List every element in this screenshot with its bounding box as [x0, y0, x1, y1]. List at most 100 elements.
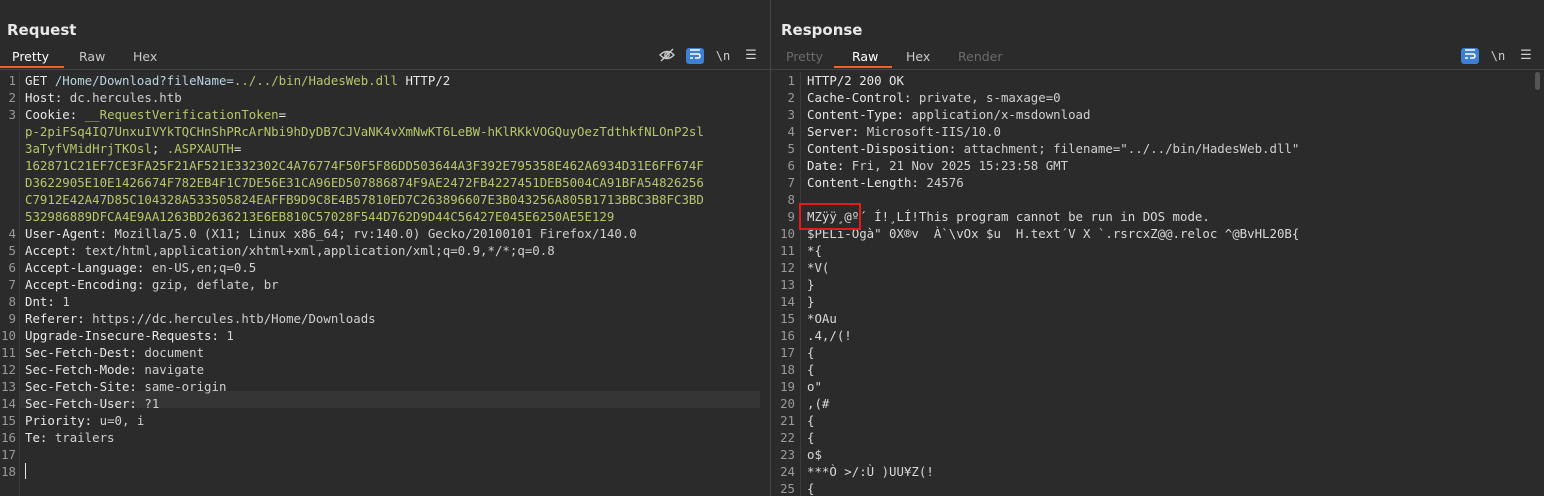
code-line[interactable]: 15 *OAu — [771, 310, 1544, 327]
code-token: = — [233, 141, 242, 156]
code-line[interactable]: 13} — [771, 276, 1544, 293]
line-number: 14 — [780, 294, 795, 309]
code-line[interactable]: 16 .4,/(! — [771, 327, 1544, 344]
code-token: Cache-Control: — [807, 90, 919, 105]
code-line[interactable]: 13 Sec-Fetch-Site: same-origin — [0, 378, 770, 395]
code-line[interactable]: 1 HTTP/2 200 OK — [771, 72, 1544, 89]
line-number: 2 — [787, 90, 795, 105]
tab-raw[interactable]: Raw — [852, 49, 878, 64]
code-line[interactable]: 2 Cache-Control: private, s-maxage=0 — [771, 89, 1544, 106]
line-content: Te: trailers — [25, 429, 115, 446]
line-content: Accept: text/html,application/xhtml+xml,… — [25, 242, 555, 259]
menu-icon[interactable]: ☰ — [742, 48, 760, 64]
tab-pretty[interactable]: Pretty — [12, 49, 49, 64]
code-line[interactable]: 14} — [771, 293, 1544, 310]
code-line[interactable]: 4 Server: Microsoft-IIS/10.0 — [771, 123, 1544, 140]
newline-icon[interactable]: \n — [1489, 48, 1507, 64]
code-line[interactable]: 23 o$ — [771, 446, 1544, 463]
line-content: ***Ò >/:Ù )UU¥Z(! — [807, 463, 934, 480]
code-token: .ASPXAUTH — [166, 141, 234, 156]
code-token: ?1 — [144, 396, 160, 411]
code-line[interactable]: 17 { — [771, 344, 1544, 361]
code-line[interactable]: 3 Content-Type: application/x-msdownload — [771, 106, 1544, 123]
code-line[interactable]: 5 Content-Disposition: attachment; filena… — [771, 140, 1544, 157]
tab-hex[interactable]: Hex — [133, 49, 157, 64]
code-token: 1 — [226, 328, 234, 343]
line-number: 15 — [1, 413, 16, 428]
code-line[interactable]: 18 { — [771, 361, 1544, 378]
code-line[interactable]: 8 Dnt: 1 — [0, 293, 770, 310]
code-line[interactable]: 2 Host: dc.hercules.htb — [0, 89, 770, 106]
line-number: 8 — [8, 294, 16, 309]
scrollbar[interactable] — [1535, 72, 1540, 90]
line-number: 12 — [780, 260, 795, 275]
code-line[interactable]: 9 Referer: https://dc.hercules.htb/Home/D… — [0, 310, 770, 327]
tab-raw[interactable]: Raw — [79, 49, 105, 64]
line-content: p-2piFSq4IQ7UnxuIVYkTQCHnShPRcArNbi9hDyD… — [25, 123, 704, 140]
code-line[interactable]: 1 GET /Home/Download?fileName=../../bin/H… — [0, 72, 770, 89]
code-token: https://dc.hercules.htb/Home/Downloads — [92, 311, 376, 326]
tab-pretty[interactable]: Pretty — [786, 49, 823, 64]
code-token: Dnt: — [25, 294, 63, 309]
code-line[interactable]: 5 Accept: text/html,application/xhtml+xml… — [0, 242, 770, 259]
code-token: Upgrade-Insecure-Requests: — [25, 328, 227, 343]
line-content: Sec-Fetch-User: ?1 — [25, 395, 159, 412]
code-line[interactable]: 10 Upgrade-Insecure-Requests: 1 — [0, 327, 770, 344]
code-line[interactable]: 7 Accept-Encoding: gzip, deflate, br — [0, 276, 770, 293]
code-line[interactable]: 22 { — [771, 429, 1544, 446]
tab-divider — [771, 69, 1544, 70]
line-content: Sec-Fetch-Mode: navigate — [25, 361, 204, 378]
code-line[interactable]: 21 { — [771, 412, 1544, 429]
response-editor[interactable]: 1 HTTP/2 200 OK 2 Cache-Control: private, s… — [771, 72, 1544, 496]
code-line[interactable]: 10 $PELï-Ogà" 0X®v À`\vOx $u H.text´V X `… — [771, 225, 1544, 242]
code-line[interactable]: 4 User-Agent: Mozilla/5.0 (X11; Linux x86… — [0, 225, 770, 242]
code-line[interactable]: 24 ***Ò >/:Ù )UU¥Z(! — [771, 463, 1544, 480]
code-token: 24576 — [926, 175, 964, 190]
code-line[interactable]: 162871C21EF7CE3FA25F21AF521E332302C4A767… — [0, 157, 770, 174]
eye-off-icon[interactable] — [658, 48, 676, 64]
tab-hex[interactable]: Hex — [906, 49, 930, 64]
code-line[interactable]: 3aTyfVMidHrjTKOsl; .ASPXAUTH= — [0, 140, 770, 157]
code-line[interactable]: 14 Sec-Fetch-User: ?1 — [0, 395, 770, 412]
code-token: ../../bin/HadesWeb.dll — [233, 73, 399, 88]
menu-icon[interactable]: ☰ — [1517, 48, 1535, 64]
line-content: } — [807, 293, 814, 310]
code-line[interactable]: 3 Cookie: __RequestVerificationToken= — [0, 106, 770, 123]
text-caret — [25, 463, 26, 479]
line-number: 21 — [780, 413, 795, 428]
line-number: 9 — [787, 209, 795, 224]
code-line[interactable]: 19 o" — [771, 378, 1544, 395]
line-content: Accept-Encoding: gzip, deflate, br — [25, 276, 279, 293]
code-line[interactable]: 11 *{ — [771, 242, 1544, 259]
code-line[interactable]: 15 Priority: u=0, i — [0, 412, 770, 429]
newline-icon[interactable]: \n — [714, 48, 732, 64]
code-line[interactable]: 6 Date: Fri, 21 Nov 2025 15:23:58 GMT — [771, 157, 1544, 174]
code-line[interactable]: 25 { — [771, 480, 1544, 496]
code-line[interactable]: 18 — [0, 463, 770, 480]
code-token: Accept-Encoding: — [25, 277, 152, 292]
active-tab-indicator — [0, 66, 64, 68]
code-line[interactable]: 16 Te: trailers — [0, 429, 770, 446]
code-line[interactable]: C7912E42A47D85C104328A533505824EAFFB9D9C… — [0, 191, 770, 208]
line-content: Cache-Control: private, s-maxage=0 — [807, 89, 1061, 106]
code-line[interactable]: 20 ,(# — [771, 395, 1544, 412]
code-line[interactable]: 6 Accept-Language: en-US,en;q=0.5 — [0, 259, 770, 276]
line-content: 3aTyfVMidHrjTKOsl; .ASPXAUTH= — [25, 140, 241, 157]
code-line[interactable]: 8 — [771, 191, 1544, 208]
wrap-icon[interactable] — [1461, 48, 1479, 64]
code-line[interactable]: 12 *V( — [771, 259, 1544, 276]
code-line[interactable]: 17 — [0, 446, 770, 463]
code-line[interactable]: 9 MZÿÿ¸@º´ Í!¸LÍ!This program cannot be r… — [771, 208, 1544, 225]
tab-render[interactable]: Render — [958, 49, 1003, 64]
code-token: 1 — [62, 294, 70, 309]
code-line[interactable]: D3622905E10E1426674F782EB4F1C7DE56E31CA9… — [0, 174, 770, 191]
code-line[interactable]: 532986889DFCA4E9AA1263BD2636213E6EB810C5… — [0, 208, 770, 225]
line-number: 20 — [780, 396, 795, 411]
line-content: *{ — [807, 242, 822, 259]
code-line[interactable]: 7 Content-Length: 24576 — [771, 174, 1544, 191]
request-editor[interactable]: 1 GET /Home/Download?fileName=../../bin/H… — [0, 72, 770, 496]
code-line[interactable]: p-2piFSq4IQ7UnxuIVYkTQCHnShPRcArNbi9hDyD… — [0, 123, 770, 140]
code-line[interactable]: 12 Sec-Fetch-Mode: navigate — [0, 361, 770, 378]
code-line[interactable]: 11 Sec-Fetch-Dest: document — [0, 344, 770, 361]
wrap-icon[interactable] — [686, 48, 704, 64]
